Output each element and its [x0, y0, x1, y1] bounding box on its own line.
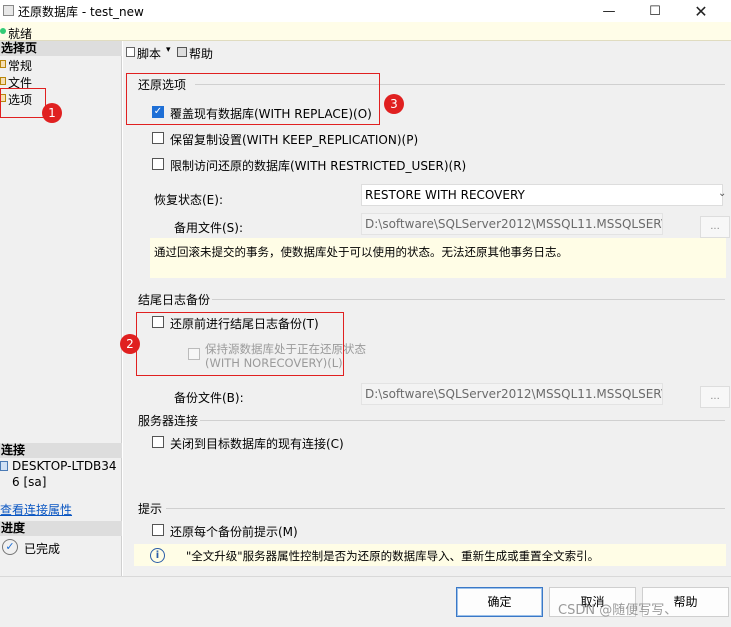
annotation-badge-1: 1: [42, 103, 62, 123]
help-button[interactable]: 帮助: [189, 45, 213, 62]
page-icon: [0, 60, 6, 68]
status-text: 就绪: [8, 27, 33, 41]
close-connections-label: 关闭到目标数据库的现有连接(C): [170, 437, 344, 451]
server-icon: [0, 461, 8, 471]
script-button[interactable]: 脚本: [137, 45, 161, 62]
standby-browse-button[interactable]: ...: [700, 216, 730, 238]
status-bar: 就绪: [0, 22, 731, 41]
fulltext-info-text: "全文升级"服务器属性控制是否为还原的数据库导入、重新生成或重置全文索引。: [186, 549, 600, 563]
status-dot-icon: [0, 28, 6, 34]
prompt-before-each-label: 还原每个备份前提示(M): [170, 525, 298, 539]
maximize-button[interactable]: ☐: [632, 0, 678, 22]
progress-header: 进度: [0, 521, 122, 536]
left-pane: 选择页 常规 文件 选项 1 连接 DESKTOP-LTDB34 6 [sa] …: [0, 41, 122, 576]
annotation-box-3: [126, 73, 380, 125]
progress-status: 已完成: [24, 542, 61, 556]
help-icon: [177, 47, 187, 57]
watermark: CSDN @随便写写、: [558, 603, 678, 618]
restricted-user-checkbox[interactable]: [152, 158, 164, 170]
recovery-state-select[interactable]: RESTORE WITH RECOVERY: [361, 184, 723, 206]
chevron-down-icon[interactable]: ▾: [166, 45, 171, 55]
view-connection-properties-link[interactable]: 查看连接属性: [0, 501, 72, 518]
script-icon: [126, 47, 135, 57]
info-icon: i: [150, 548, 165, 563]
window-title: 还原数据库 - test_new: [18, 5, 144, 19]
annotation-box-2: [136, 312, 344, 376]
close-connections-checkbox[interactable]: [152, 436, 164, 448]
annotation-box-1: [0, 88, 46, 118]
section-divider: [212, 299, 725, 300]
section-divider: [166, 508, 725, 509]
select-page-header: 选择页: [0, 41, 122, 56]
page-item-general[interactable]: 常规: [8, 57, 32, 74]
dialog-footer: 确定 取消 帮助 CSDN @随便写写、: [0, 576, 731, 627]
server-connections-title: 服务器连接: [138, 414, 199, 428]
backup-browse-button[interactable]: ...: [700, 386, 730, 408]
recovery-info-text: 通过回滚未提交的事务，使数据库处于可以使用的状态。无法还原其他事务日志。: [154, 245, 568, 259]
standby-file-input[interactable]: D:\software\SQLServer2012\MSSQL11.MSSQLS…: [361, 213, 663, 235]
progress-check-icon: ✓: [2, 539, 18, 555]
keep-replication-checkbox[interactable]: [152, 132, 164, 144]
minimize-button[interactable]: —: [586, 0, 632, 22]
server-name: DESKTOP-LTDB34: [12, 459, 117, 473]
restricted-user-label: 限制访问还原的数据库(WITH RESTRICTED_USER)(R): [170, 159, 467, 173]
keep-replication-label: 保留复制设置(WITH KEEP_REPLICATION)(P): [170, 133, 419, 147]
annotation-badge-2: 2: [120, 334, 140, 354]
toolbar: 脚本 ▾ 帮助: [123, 41, 731, 63]
annotation-badge-3: 3: [384, 94, 404, 114]
app-icon: [3, 5, 14, 16]
chevron-down-icon: ⌄: [718, 188, 727, 199]
title-bar: 还原数据库 - test_new — ☐ ✕: [0, 0, 731, 22]
server-login: 6 [sa]: [12, 475, 47, 489]
page-icon: [0, 77, 6, 85]
backup-file-input[interactable]: D:\software\SQLServer2012\MSSQL11.MSSQLS…: [361, 383, 663, 405]
tail-log-title: 结尾日志备份: [138, 293, 211, 307]
standby-file-label: 备用文件(S):: [174, 221, 244, 235]
prompt-before-each-checkbox[interactable]: [152, 524, 164, 536]
recovery-info-box: 通过回滚未提交的事务，使数据库处于可以使用的状态。无法还原其他事务日志。: [150, 238, 726, 278]
backup-file-label: 备份文件(B):: [174, 391, 244, 405]
fulltext-info-box: i "全文升级"服务器属性控制是否为还原的数据库导入、重新生成或重置全文索引。: [134, 544, 726, 566]
ok-button[interactable]: 确定: [456, 587, 543, 617]
recovery-state-label: 恢复状态(E):: [154, 193, 223, 207]
connection-header: 连接: [0, 443, 122, 458]
close-button[interactable]: ✕: [678, 0, 724, 22]
section-divider: [200, 420, 725, 421]
prompt-title: 提示: [138, 502, 163, 516]
